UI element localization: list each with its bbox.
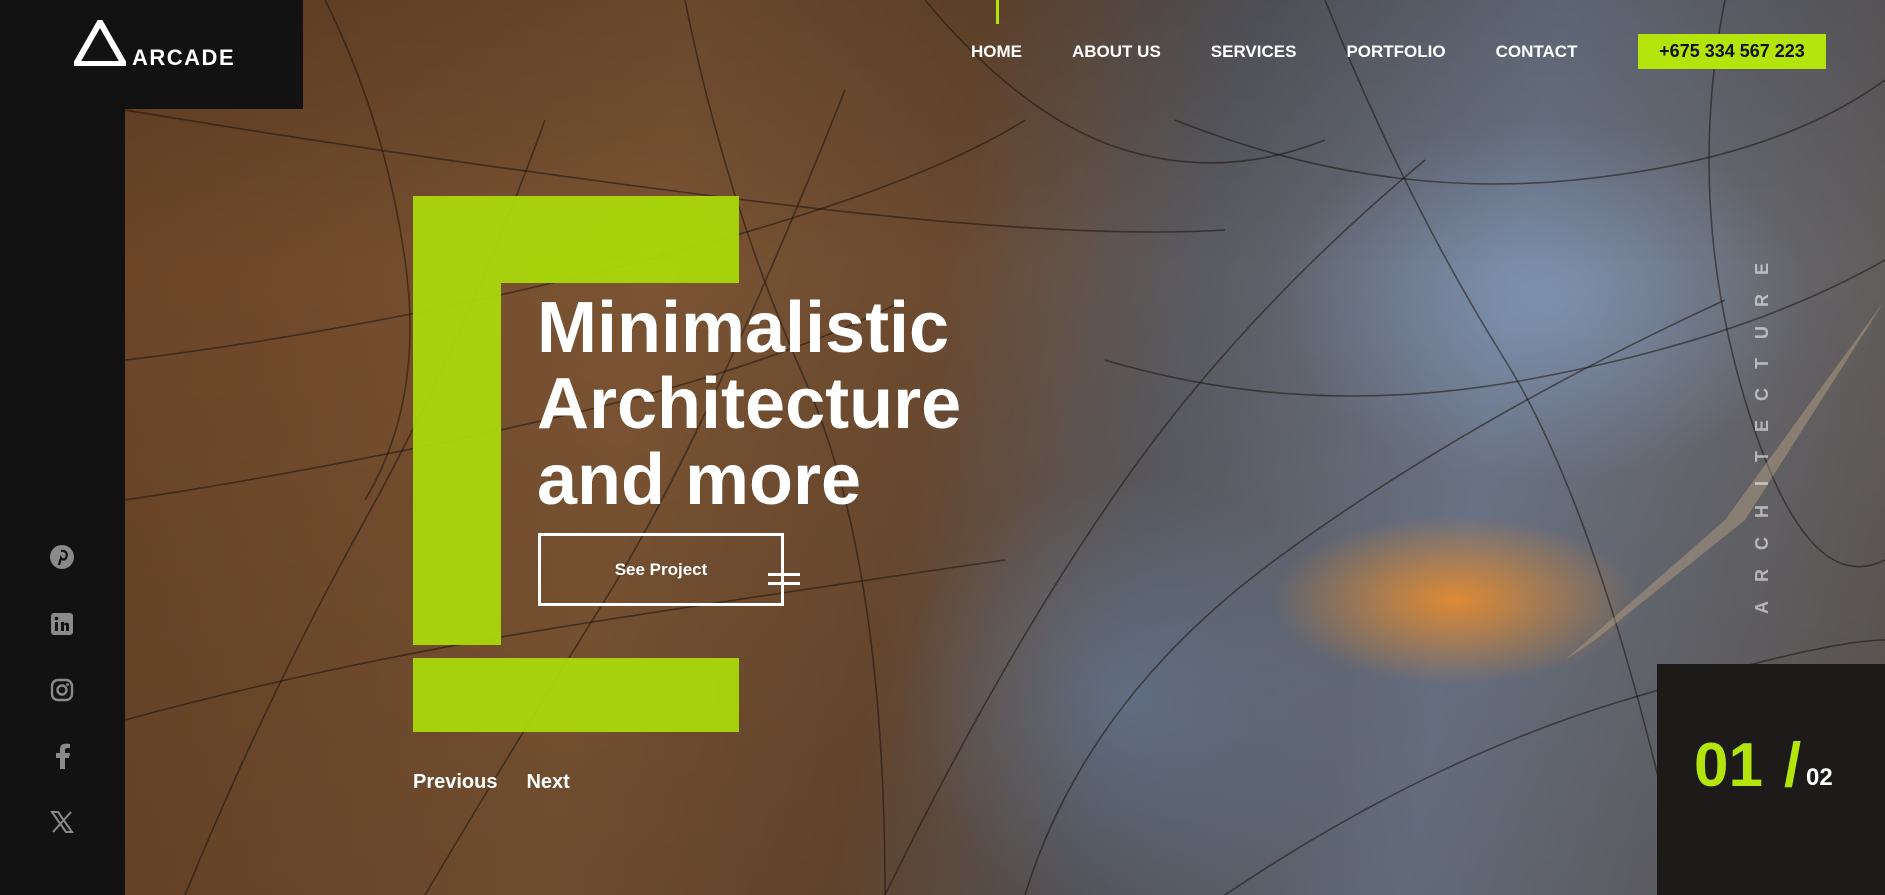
- facebook-icon[interactable]: [48, 742, 76, 770]
- pinterest-icon[interactable]: [48, 543, 76, 571]
- main-nav: HOME ABOUT US SERVICES PORTFOLIO CONTACT: [971, 42, 1627, 62]
- headline-line: and more: [537, 440, 862, 520]
- logo-text: ARCADE: [132, 45, 236, 70]
- slide-separator: /: [1784, 731, 1802, 800]
- nav-contact[interactable]: CONTACT: [1496, 42, 1578, 62]
- slider-pager: Previous Next: [413, 771, 570, 794]
- previous-button[interactable]: Previous: [413, 771, 497, 794]
- hero-background-image: [125, 0, 1885, 895]
- nav-active-indicator: [996, 0, 999, 24]
- instagram-icon[interactable]: [48, 676, 76, 704]
- slide-total: 02: [1806, 764, 1833, 791]
- logo[interactable]: ARCADE: [0, 0, 303, 109]
- triangle-logo-icon: [74, 20, 126, 66]
- slide-counter: 01 / 02: [1657, 664, 1885, 895]
- see-project-button[interactable]: See Project: [538, 533, 784, 606]
- nav-services[interactable]: SERVICES: [1211, 42, 1297, 62]
- nav-about-us[interactable]: ABOUT US: [1072, 42, 1161, 62]
- hero-headline: Minimalistic Architecture and more: [537, 290, 961, 518]
- equals-lines-icon: [768, 573, 800, 597]
- vertical-architecture-label: ARCHITECTURE: [1752, 244, 1772, 614]
- slide-current: 01: [1694, 731, 1763, 800]
- headline-line: Minimalistic: [537, 288, 950, 368]
- nav-portfolio[interactable]: PORTFOLIO: [1346, 42, 1445, 62]
- nav-home[interactable]: HOME: [971, 42, 1022, 62]
- next-button[interactable]: Next: [526, 771, 569, 794]
- headline-line: Architecture: [537, 364, 962, 444]
- linkedin-icon[interactable]: [48, 610, 76, 638]
- x-twitter-icon[interactable]: [48, 808, 76, 836]
- phone-button[interactable]: +675 334 567 223: [1638, 34, 1826, 69]
